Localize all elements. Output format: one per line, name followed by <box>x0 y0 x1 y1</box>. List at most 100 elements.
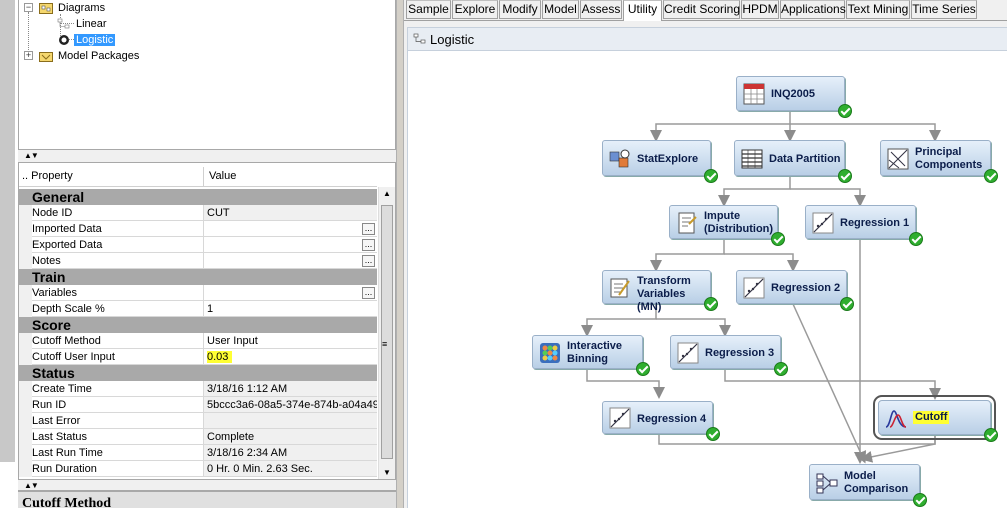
tree-item-model-packages[interactable]: Model Packages <box>39 48 141 64</box>
property-name: Run ID <box>32 397 203 413</box>
property-row-notes[interactable]: Notes ... <box>19 253 377 269</box>
wire-partition-reg1 <box>790 188 866 207</box>
property-row-last-status[interactable]: Last Status Complete <box>19 429 377 445</box>
property-value <box>203 285 377 301</box>
property-name: Variables <box>32 285 203 301</box>
property-row-variables[interactable]: Variables ... <box>19 285 377 301</box>
tab-hpdm[interactable]: HPDM <box>741 0 779 19</box>
node-model-comparison[interactable]: Model Comparison <box>809 464 927 507</box>
property-value: Complete <box>203 429 377 445</box>
property-row-last-run-time[interactable]: Last Run Time 3/18/16 2:34 AM <box>19 445 377 461</box>
exported-data-ellipsis-button[interactable]: ... <box>362 239 375 251</box>
scroll-up-arrow-icon[interactable]: ▲ <box>383 189 391 198</box>
scrollbar-grip-icon: ≡ <box>382 339 388 349</box>
properties-scrollbar[interactable]: ▲ ≡ ▼ <box>378 187 395 479</box>
property-row-cutoff-user-input[interactable]: Cutoff User Input 0.03 <box>19 349 377 365</box>
column-header-property[interactable]: .. Property <box>22 170 73 182</box>
node-label: Principal Components <box>915 146 983 171</box>
tab-applications[interactable]: Applications <box>780 0 846 19</box>
node-principal-components[interactable]: Principal Components <box>880 140 998 183</box>
property-row-exported-data[interactable]: Exported Data ... <box>19 237 377 253</box>
property-name: Last Error <box>32 413 203 429</box>
property-value-cutoff[interactable]: 0.03 <box>203 349 377 365</box>
properties-header: .. Property Value <box>19 167 377 187</box>
row-gutter <box>19 237 32 253</box>
node-impute[interactable]: Impute (Distribution) <box>669 205 785 246</box>
tab-sample[interactable]: Sample <box>406 0 451 19</box>
node-label: Impute (Distribution) <box>704 210 774 235</box>
section-status: Status <box>19 365 377 381</box>
node-regression-4[interactable]: Regression 4 <box>602 401 720 441</box>
property-value: 0 Hr. 0 Min. 2.63 Sec. <box>203 461 377 477</box>
node-label: Regression 4 <box>637 413 707 425</box>
node-label: Data Partition <box>769 153 841 165</box>
tab-model[interactable]: Model <box>542 0 579 19</box>
tab-time-series[interactable]: Time Series <box>911 0 977 19</box>
status-check-icon <box>840 297 854 311</box>
node-data-partition[interactable]: Data Partition <box>734 140 852 183</box>
property-value[interactable]: User Input <box>203 333 377 349</box>
scroll-down-arrow-icon[interactable]: ▼ <box>383 468 391 477</box>
node-regression-1[interactable]: Regression 1 <box>805 205 923 246</box>
row-gutter <box>19 429 32 445</box>
tab-assess[interactable]: Assess <box>580 0 622 19</box>
status-check-icon <box>774 362 788 376</box>
regression-icon <box>609 407 631 429</box>
row-gutter <box>19 253 32 269</box>
wire-cutoff-comparison <box>860 436 936 463</box>
row-gutter <box>19 413 32 429</box>
tab-modify[interactable]: Modify <box>499 0 541 19</box>
property-name: Cutoff Method <box>32 333 203 349</box>
property-row-run-id[interactable]: Run ID 5bccc3a6-08a5-374e-874b-a04a49 <box>19 397 377 413</box>
row-gutter <box>19 381 32 397</box>
property-row-last-error[interactable]: Last Error <box>19 413 377 429</box>
property-value[interactable]: 1 <box>203 301 377 317</box>
property-row-create-time[interactable]: Create Time 3/18/16 1:12 AM <box>19 381 377 397</box>
scrollbar-thumb[interactable] <box>381 205 393 459</box>
node-regression-2[interactable]: Regression 2 <box>736 270 854 311</box>
expand-model-packages-toggle[interactable]: + <box>24 51 33 60</box>
node-statexplore[interactable]: StatExplore <box>602 140 718 183</box>
panel-splitter[interactable]: ▲▼ <box>18 150 396 162</box>
diagram-canvas[interactable]: INQ2005 StatExplore Data Partition Princ… <box>407 51 1007 508</box>
property-name: Notes <box>32 253 203 269</box>
property-description-panel: Cutoff Method <box>18 490 396 511</box>
notes-ellipsis-button[interactable]: ... <box>362 255 375 267</box>
collapse-diagrams-toggle[interactable]: − <box>24 3 33 12</box>
node-transform-variables[interactable]: Transform Variables (MN) <box>602 270 718 313</box>
variables-ellipsis-button[interactable]: ... <box>362 287 375 299</box>
row-gutter <box>19 445 32 461</box>
property-row-run-duration[interactable]: Run Duration 0 Hr. 0 Min. 2.63 Sec. <box>19 461 377 477</box>
tree-item-diagrams[interactable]: Diagrams <box>39 0 107 16</box>
panel-splitter-bottom[interactable]: ▲▼ <box>18 480 396 490</box>
property-row-depth-scale[interactable]: Depth Scale % 1 <box>19 301 377 317</box>
property-value <box>203 413 377 429</box>
model-comparison-icon <box>816 473 838 494</box>
diagram-workspace: Logistic INQ2005 StatExplore Data Partit… <box>404 21 1007 508</box>
tab-credit-scoring[interactable]: Credit Scoring <box>663 0 740 19</box>
property-row-node-id[interactable]: Node ID CUT <box>19 205 377 221</box>
tab-explore[interactable]: Explore <box>452 0 498 19</box>
wire-transform-reg3 <box>656 318 731 337</box>
tab-text-mining[interactable]: Text Mining <box>846 0 910 19</box>
node-cutoff[interactable]: Cutoff <box>873 395 998 442</box>
status-check-icon <box>771 232 785 246</box>
imported-data-ellipsis-button[interactable]: ... <box>362 223 375 235</box>
wire-impute-transform <box>650 239 725 272</box>
transform-icon <box>610 278 630 298</box>
tree-item-logistic[interactable]: Logistic <box>57 32 116 48</box>
property-name: Exported Data <box>32 237 203 253</box>
node-interactive-binning[interactable]: Interactive Binning <box>532 335 650 376</box>
property-row-imported-data[interactable]: Imported Data ... <box>19 221 377 237</box>
column-header-value[interactable]: Value <box>209 170 236 182</box>
property-row-cutoff-method[interactable]: Cutoff Method User Input <box>19 333 377 349</box>
main-splitter[interactable] <box>396 0 404 508</box>
tree-item-linear[interactable]: Linear <box>57 16 109 32</box>
tab-utility[interactable]: Utility <box>623 0 662 21</box>
node-regression-3[interactable]: Regression 3 <box>670 335 788 376</box>
property-value: CUT <box>203 205 377 221</box>
node-inq2005[interactable]: INQ2005 <box>736 76 852 118</box>
regression-icon <box>677 342 699 364</box>
node-label: Regression 2 <box>771 282 841 294</box>
property-value: 5bccc3a6-08a5-374e-874b-a04a49 <box>203 397 377 413</box>
